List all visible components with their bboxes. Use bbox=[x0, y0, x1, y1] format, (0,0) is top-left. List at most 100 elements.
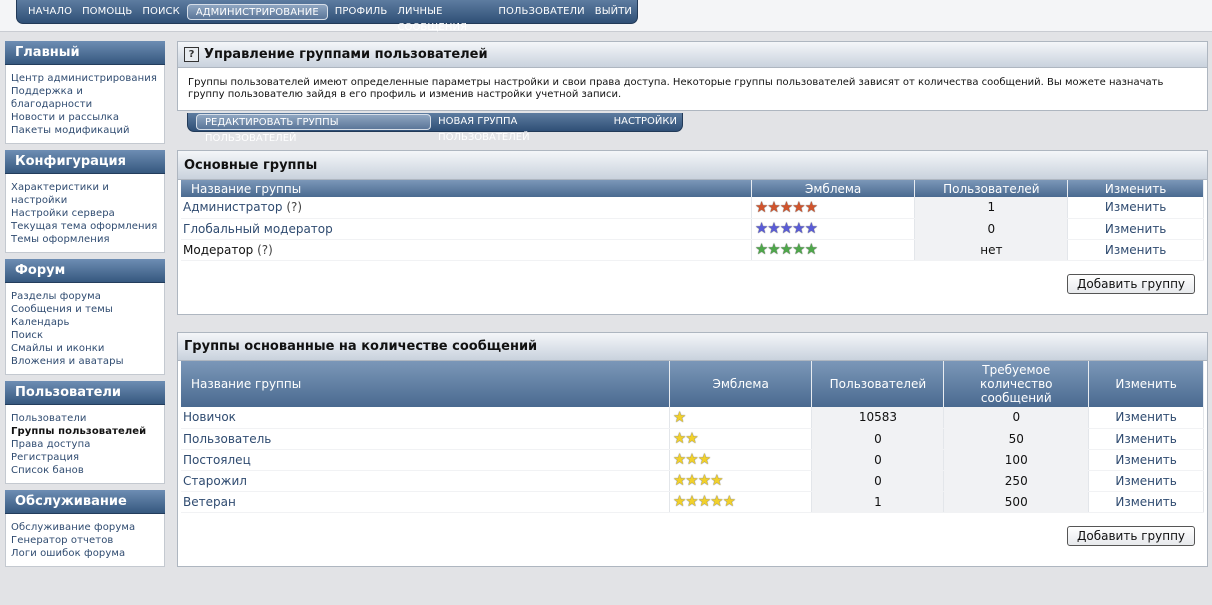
topnav-item[interactable]: ПОМОЩЬ bbox=[77, 4, 137, 20]
rank-stars: ★★ bbox=[672, 429, 699, 447]
sidebar-section: Пользователи Пользователи Группы пользоват… bbox=[5, 381, 165, 484]
group-users: 0 bbox=[811, 428, 945, 450]
star-icon: ★ bbox=[779, 240, 793, 258]
star-icon: ★ bbox=[685, 492, 698, 510]
group-emblem: ★★★★★ bbox=[751, 218, 916, 240]
sidebar-link[interactable]: Регистрация bbox=[11, 451, 160, 464]
group-name-cell: Новичок bbox=[181, 407, 670, 429]
topnav-item[interactable]: НАЧАЛО bbox=[23, 4, 77, 20]
star-icon: ★ bbox=[697, 450, 711, 468]
group-name[interactable]: Постоялец bbox=[183, 453, 251, 467]
section-tab[interactable]: НОВАЯ ГРУППА ПОЛЬЗОВАТЕЛЕЙ bbox=[433, 114, 609, 143]
section-tab[interactable]: РЕДАКТИРОВАТЬ ГРУППЫ ПОЛЬЗОВАТЕЛЕЙ bbox=[196, 114, 432, 144]
post-groups-panel: Группы основанные на количестве сообщени… bbox=[177, 332, 1208, 567]
group-name[interactable]: Администратор bbox=[183, 200, 283, 214]
star-icon: ★ bbox=[779, 197, 793, 216]
edit-group-link[interactable]: Изменить bbox=[1088, 470, 1204, 492]
group-name[interactable]: Ветеран bbox=[183, 495, 236, 509]
group-name-cell: Пользователь bbox=[181, 428, 670, 450]
section-tab[interactable]: НАСТРОЙКИ bbox=[609, 114, 682, 130]
group-name-cell: Модератор (?) bbox=[181, 239, 752, 261]
topnav-item[interactable]: ПОЛЬЗОВАТЕЛИ bbox=[493, 4, 589, 20]
sidebar-link[interactable]: Центр администрирования bbox=[11, 72, 160, 85]
add-group-button[interactable]: Добавить группу bbox=[1067, 526, 1196, 546]
sidebar-link[interactable]: Сообщения и темы bbox=[11, 303, 160, 316]
star-icon: ★ bbox=[792, 219, 805, 237]
sidebar-link[interactable]: Пользователи bbox=[11, 412, 160, 425]
sidebar-link[interactable]: Обслуживание форума bbox=[11, 521, 160, 534]
topnav-item[interactable]: ПОИСК bbox=[137, 4, 184, 20]
edit-group-link[interactable]: Изменить bbox=[1088, 428, 1204, 450]
star-icon: ★ bbox=[685, 429, 698, 447]
star-icon: ★ bbox=[754, 240, 768, 258]
sidebar-link[interactable]: Группы пользователей bbox=[11, 425, 160, 438]
sidebar-link[interactable]: Поддержка и благодарности bbox=[11, 85, 160, 111]
col-edit: Изменить bbox=[1067, 180, 1204, 197]
star-icon: ★ bbox=[792, 240, 805, 258]
sidebar-link[interactable]: Поиск bbox=[11, 329, 160, 342]
top-bar: НАЧАЛО ПОМОЩЬ ПОИСК АДМИНИСТРИРОВАНИЕ ПРОФИЛ… bbox=[0, 0, 1212, 33]
sidebar-link[interactable]: Генератор отчетов bbox=[11, 534, 160, 547]
group-users: 0 bbox=[914, 218, 1069, 240]
sidebar-link[interactable]: Текущая тема оформления bbox=[11, 220, 160, 233]
sidebar-link[interactable]: Новости и рассылка bbox=[11, 111, 160, 124]
section-tabs: РЕДАКТИРОВАТЬ ГРУППЫ ПОЛЬЗОВАТЕЛЕЙ НОВАЯ … bbox=[187, 113, 683, 144]
sidebar-section-links: Характеристики и настройки Настройки серв… bbox=[5, 174, 165, 253]
help-link[interactable]: (?) bbox=[286, 200, 302, 214]
star-icon: ★ bbox=[754, 219, 768, 237]
group-users: нет bbox=[914, 239, 1069, 261]
group-emblem: ★★★★★ bbox=[751, 197, 916, 219]
sidebar-link[interactable]: Пакеты модификаций bbox=[11, 124, 160, 137]
add-group-button[interactable]: Добавить группу bbox=[1067, 274, 1196, 294]
edit-group-link[interactable]: Изменить bbox=[1088, 449, 1204, 471]
help-link[interactable]: (?) bbox=[257, 243, 273, 257]
edit-group-link[interactable]: Изменить bbox=[1067, 239, 1204, 261]
star-icon: ★ bbox=[804, 240, 818, 258]
rank-stars: ★★★★★ bbox=[754, 240, 818, 258]
post-groups-table: Название группы Эмблема Пользователей Тр… bbox=[181, 361, 1204, 513]
col-emblem: Эмблема bbox=[751, 180, 916, 197]
group-emblem: ★★ bbox=[669, 428, 813, 450]
sidebar-link[interactable]: Смайлы и иконки bbox=[11, 342, 160, 355]
group-required-posts: 500 bbox=[943, 491, 1090, 513]
topnav-item[interactable]: ВЫЙТИ bbox=[590, 4, 637, 20]
sidebar-link[interactable]: Список банов bbox=[11, 464, 160, 477]
topnav-item[interactable]: ПРОФИЛЬ bbox=[330, 4, 393, 20]
sidebar-link[interactable]: Характеристики и настройки bbox=[11, 181, 160, 207]
sidebar-link[interactable]: Логи ошибок форума bbox=[11, 547, 160, 560]
col-emblem: Эмблема bbox=[669, 361, 813, 407]
group-required-posts: 50 bbox=[943, 428, 1090, 450]
sidebar-link[interactable]: Календарь bbox=[11, 316, 160, 329]
sidebar-link[interactable]: Права доступа bbox=[11, 438, 160, 451]
star-icon: ★ bbox=[779, 219, 793, 237]
group-name[interactable]: Пользователь bbox=[183, 432, 271, 446]
col-users: Пользователей bbox=[811, 361, 945, 407]
group-users: 1 bbox=[811, 491, 945, 513]
group-users: 0 bbox=[811, 449, 945, 471]
group-users: 0 bbox=[811, 470, 945, 492]
rank-stars: ★★★★★ bbox=[754, 219, 818, 237]
star-icon: ★ bbox=[672, 429, 686, 447]
edit-group-link[interactable]: Изменить bbox=[1088, 491, 1204, 513]
star-icon: ★ bbox=[792, 197, 805, 216]
star-icon: ★ bbox=[754, 197, 768, 216]
sidebar-link[interactable]: Разделы форума bbox=[11, 290, 160, 303]
sidebar-link[interactable]: Темы оформления bbox=[11, 233, 160, 246]
sidebar-link[interactable]: Вложения и аватары bbox=[11, 355, 160, 368]
help-icon[interactable]: ? bbox=[184, 47, 199, 62]
group-name-cell: Постоялец bbox=[181, 449, 670, 471]
edit-group-link[interactable]: Изменить bbox=[1088, 407, 1204, 429]
group-name[interactable]: Новичок bbox=[183, 410, 236, 424]
star-icon: ★ bbox=[804, 197, 818, 216]
edit-group-link[interactable]: Изменить bbox=[1067, 197, 1204, 219]
topnav-item[interactable]: ЛИЧНЫЕ СООБЩЕНИЯ bbox=[392, 4, 493, 33]
group-name[interactable]: Глобальный модератор bbox=[183, 222, 333, 236]
star-icon: ★ bbox=[710, 492, 723, 510]
topnav-item[interactable]: АДМИНИСТРИРОВАНИЕ bbox=[186, 3, 328, 20]
star-icon: ★ bbox=[722, 492, 736, 510]
sidebar-link[interactable]: Настройки сервера bbox=[11, 207, 160, 220]
group-required-posts: 0 bbox=[943, 407, 1090, 429]
edit-group-link[interactable]: Изменить bbox=[1067, 218, 1204, 240]
group-name[interactable]: Старожил bbox=[183, 474, 247, 488]
table-row: Администратор (?) ★★★★★ 1 Изменить bbox=[181, 197, 1204, 219]
